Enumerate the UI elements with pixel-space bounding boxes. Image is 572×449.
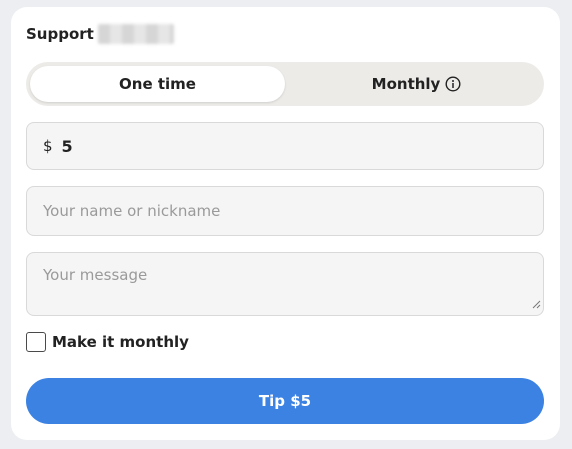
info-icon[interactable]: [445, 76, 461, 92]
tip-button[interactable]: Tip $5: [26, 378, 544, 424]
tab-one-time[interactable]: One time: [30, 66, 285, 102]
support-header: Support: [26, 24, 174, 44]
tab-monthly[interactable]: Monthly: [289, 62, 544, 106]
make-monthly-label: Make it monthly: [52, 333, 189, 351]
resize-handle-icon[interactable]: [532, 294, 541, 313]
amount-value: 5: [61, 136, 73, 156]
amount-input[interactable]: $ 5: [26, 122, 544, 170]
currency-symbol: $: [43, 137, 53, 155]
tip-button-label: Tip $5: [258, 392, 312, 410]
name-placeholder: Your name or nickname: [43, 202, 221, 220]
message-textarea[interactable]: Your message: [26, 252, 544, 316]
support-card: Support One time Monthly $ 5 Your name o…: [11, 7, 560, 440]
tab-one-time-label: One time: [119, 75, 196, 93]
message-placeholder: Your message: [43, 266, 148, 284]
name-input[interactable]: Your name or nickname: [26, 186, 544, 236]
make-monthly-checkbox[interactable]: [26, 332, 46, 352]
frequency-toggle: One time Monthly: [26, 62, 544, 106]
make-monthly-row[interactable]: Make it monthly: [26, 332, 189, 352]
blurred-creator-name: [97, 24, 174, 44]
tab-monthly-label: Monthly: [371, 75, 441, 93]
support-title: Support: [26, 25, 94, 43]
